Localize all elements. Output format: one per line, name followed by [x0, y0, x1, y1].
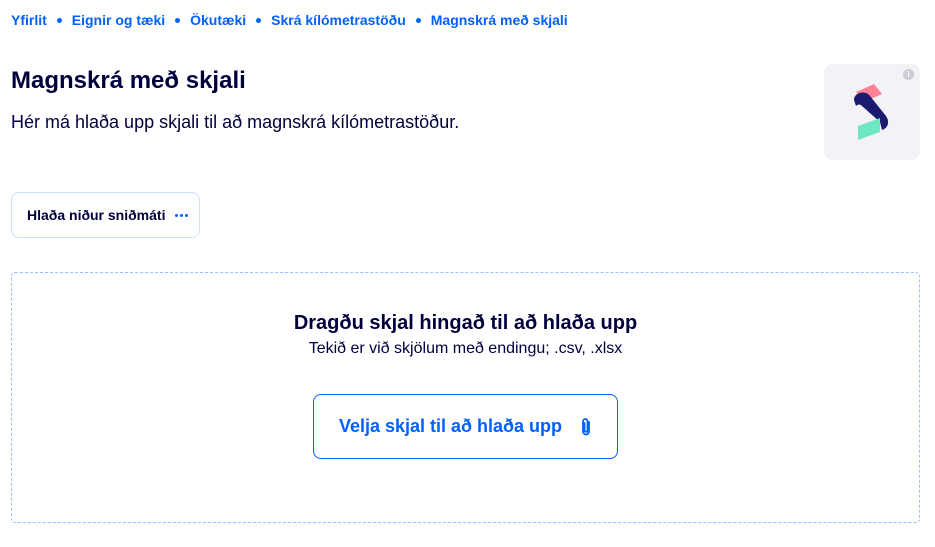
breadcrumb-separator	[256, 17, 262, 23]
download-template-button[interactable]: Hlaða niður sniðmáti	[11, 192, 200, 238]
breadcrumb-item-overview[interactable]: Yfirlit	[11, 12, 47, 28]
breadcrumb-item-vehicles[interactable]: Ökutæki	[190, 12, 246, 28]
breadcrumb-separator	[56, 17, 62, 23]
dropzone-title: Dragðu skjal hingað til að hlaða upp	[293, 312, 638, 334]
breadcrumb-item-assets[interactable]: Eignir og tæki	[72, 12, 165, 28]
info-icon[interactable]: i	[903, 69, 914, 80]
breadcrumb-item-bulk-upload[interactable]: Magnskrá með skjali	[431, 12, 568, 28]
choose-file-button[interactable]: Velja skjal til að hlaða upp	[313, 394, 618, 459]
organization-logo: i	[824, 64, 920, 160]
paperclip-icon	[582, 417, 590, 435]
page-title: Magnskrá með skjali	[11, 67, 246, 94]
breadcrumb-separator	[415, 17, 421, 23]
breadcrumb-item-register-mileage[interactable]: Skrá kílómetrastöðu	[271, 12, 406, 28]
dropzone-hint: Tekið er við skjölum með endingu; .csv, …	[308, 340, 623, 357]
breadcrumb-separator	[175, 17, 181, 23]
logo-s-icon	[854, 84, 889, 140]
page-intro: Hér má hlaða upp skjali til að magnskrá …	[11, 112, 460, 132]
file-dropzone[interactable]: Dragðu skjal hingað til að hlaða upp Tek…	[11, 272, 920, 523]
breadcrumb: Yfirlit Eignir og tæki Ökutæki Skrá kíló…	[11, 12, 568, 28]
download-template-label: Hlaða niður sniðmáti	[27, 207, 166, 223]
choose-file-label: Velja skjal til að hlaða upp	[338, 416, 563, 436]
more-dots-icon	[175, 213, 190, 217]
page: Yfirlit Eignir og tæki Ökutæki Skrá kíló…	[0, 0, 935, 547]
